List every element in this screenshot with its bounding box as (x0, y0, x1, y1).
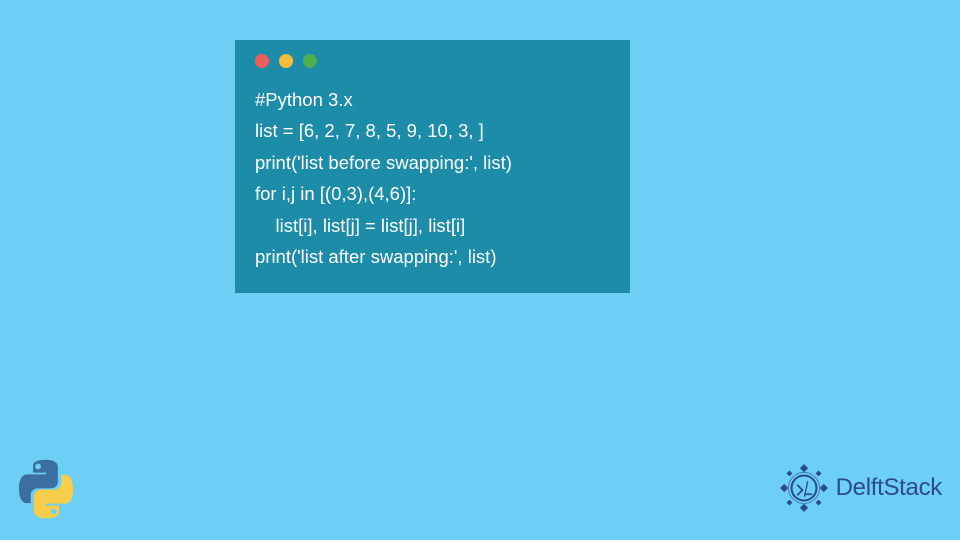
python-logo-icon (15, 458, 77, 520)
maximize-icon (303, 54, 317, 68)
code-block: #Python 3.x list = [6, 2, 7, 8, 5, 9, 10… (255, 84, 610, 273)
minimize-icon (279, 54, 293, 68)
window-controls (255, 54, 610, 68)
brand-name: DelftStack (836, 474, 942, 502)
delftstack-icon (778, 462, 830, 514)
code-window: #Python 3.x list = [6, 2, 7, 8, 5, 9, 10… (235, 40, 630, 293)
brand-logo: DelftStack (778, 462, 942, 514)
close-icon (255, 54, 269, 68)
